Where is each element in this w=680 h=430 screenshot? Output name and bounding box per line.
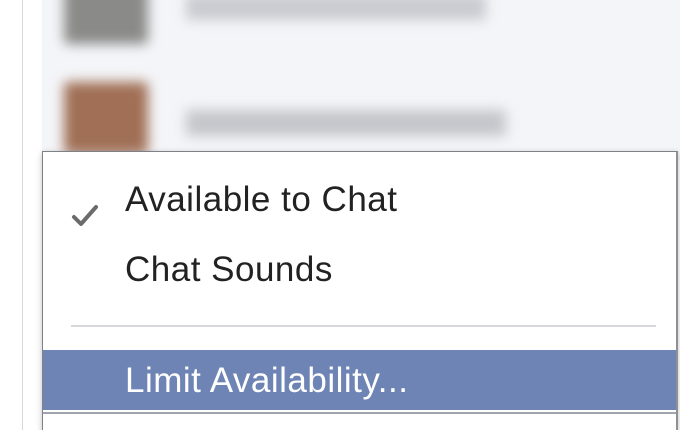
menu-item-label: Limit Availability...: [125, 361, 409, 400]
avatar: [64, 0, 148, 44]
menu-item-limit-availability[interactable]: Limit Availability...: [43, 350, 676, 410]
avatar: [64, 82, 148, 154]
menu-item-available-to-chat[interactable]: Available to Chat: [43, 169, 676, 231]
menu-bottom-divider: [43, 412, 676, 414]
menu-item-label: Chat Sounds: [125, 250, 333, 289]
menu-separator: [71, 325, 656, 327]
friend-name-blurred: [186, 110, 506, 136]
screen: Available to Chat Chat Sounds Limit Avai…: [0, 0, 680, 430]
page-edge: [0, 0, 42, 430]
friend-row[interactable]: [60, 82, 520, 154]
chat-friends-list: [42, 0, 680, 160]
check-icon: [71, 187, 99, 226]
friend-row[interactable]: [60, 0, 520, 44]
page-divider: [22, 0, 23, 430]
friend-name-blurred: [186, 0, 486, 20]
menu-item-label: Available to Chat: [125, 180, 398, 219]
chat-options-menu: Available to Chat Chat Sounds Limit Avai…: [42, 151, 678, 430]
menu-item-chat-sounds[interactable]: Chat Sounds: [43, 239, 676, 301]
